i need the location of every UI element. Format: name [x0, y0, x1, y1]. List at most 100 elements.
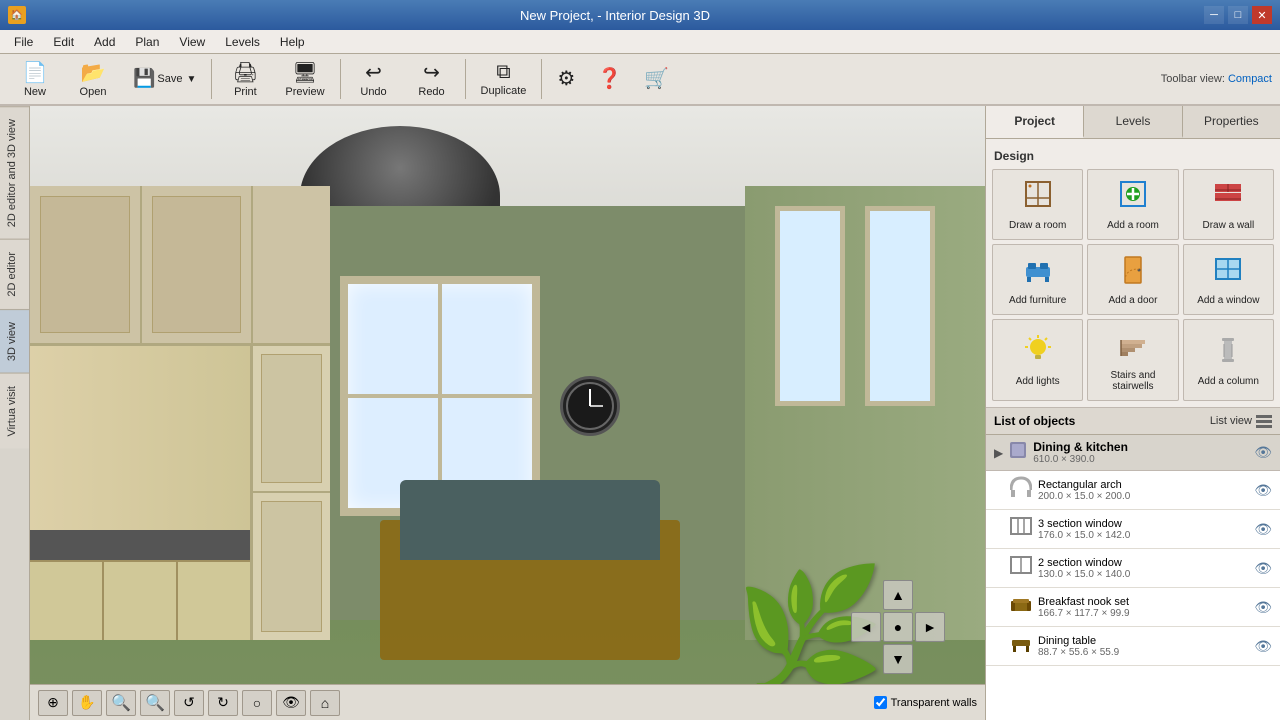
viewport: 🌿 ▲ ◄ ● ► ▼ ⊕ ✋ 🔍 🔍 ↺	[30, 106, 985, 720]
settings-icon: ⚙	[557, 66, 575, 91]
perspective-icon: 👁	[282, 694, 300, 711]
draw-room-button[interactable]: Draw a room	[992, 169, 1083, 240]
visibility-toggle-arch[interactable]: 👁	[1254, 482, 1272, 499]
cart-button[interactable]: 🛒	[635, 61, 678, 97]
menu-view[interactable]: View	[169, 33, 215, 51]
360-icon: ⊕	[47, 694, 59, 711]
tab-levels[interactable]: Levels	[1084, 106, 1182, 138]
stairs-label: Stairs and stairwells	[1092, 370, 1173, 392]
save-button[interactable]: 💾 Save ▼	[124, 63, 205, 95]
restore-button[interactable]: □	[1228, 6, 1248, 24]
object-group-dining-kitchen[interactable]: ▶ Dining & kitchen 610.0 × 390.0 👁	[986, 435, 1280, 471]
pan-button[interactable]: ✋	[72, 690, 102, 716]
redo-button[interactable]: ↪ Redo	[405, 55, 459, 103]
add-door-label: Add a door	[1109, 295, 1158, 306]
3-section-window-dims: 176.0 × 15.0 × 142.0	[1038, 530, 1248, 541]
visibility-toggle-group[interactable]: 👁	[1254, 444, 1272, 461]
duplicate-button[interactable]: ⧉ Duplicate	[472, 56, 536, 102]
draw-wall-label: Draw a wall	[1202, 220, 1254, 231]
add-lights-label: Add lights	[1016, 376, 1060, 387]
window-divider-h	[348, 394, 532, 398]
zoom-out-button[interactable]: 🔍	[106, 690, 136, 716]
visibility-toggle-table[interactable]: 👁	[1254, 638, 1272, 655]
tab-3d[interactable]: 3D view	[0, 309, 29, 373]
undo-button[interactable]: ↩ Undo	[347, 55, 401, 103]
nav-center[interactable]: ●	[883, 612, 913, 642]
nav-right-arrow[interactable]: ►	[915, 612, 945, 642]
object-item-dining-table[interactable]: Dining table 88.7 × 55.6 × 55.9 👁	[986, 627, 1280, 666]
360-view-button[interactable]: ⊕	[38, 690, 68, 716]
2-section-window-dims: 130.0 × 15.0 × 140.0	[1038, 569, 1248, 580]
preview-button[interactable]: 🖥 Preview	[276, 55, 333, 103]
save-icon: 💾	[133, 68, 155, 89]
add-room-button[interactable]: Add a room	[1087, 169, 1178, 240]
menu-levels[interactable]: Levels	[215, 33, 270, 51]
add-lights-button[interactable]: Add lights	[992, 319, 1083, 401]
toolbar: 📄 New 📂 Open 💾 Save ▼ 🖨 Print 🖥 Preview …	[0, 54, 1280, 106]
tab-properties[interactable]: Properties	[1183, 106, 1280, 138]
settings-button[interactable]: ⚙	[548, 61, 584, 97]
menu-file[interactable]: File	[4, 33, 43, 51]
new-button[interactable]: 📄 New	[8, 55, 62, 103]
visibility-toggle-nook[interactable]: 👁	[1254, 599, 1272, 616]
menu-add[interactable]: Add	[84, 33, 125, 51]
cart-icon: 🛒	[644, 66, 669, 91]
breakfast-nook-info: Breakfast nook set 166.7 × 117.7 × 99.9	[1038, 596, 1248, 619]
nav-down-arrow[interactable]: ▼	[883, 644, 913, 674]
open-button[interactable]: 📂 Open	[66, 55, 120, 103]
object-item-rectangular-arch[interactable]: Rectangular arch 200.0 × 15.0 × 200.0 👁	[986, 471, 1280, 510]
objects-list: ▶ Dining & kitchen 610.0 × 390.0 👁	[986, 435, 1280, 720]
object-item-breakfast-nook[interactable]: Breakfast nook set 166.7 × 117.7 × 99.9 …	[986, 588, 1280, 627]
zoom-out-icon: 🔍	[111, 693, 131, 713]
redo-icon: ↪	[423, 60, 440, 85]
list-view-icon	[1256, 414, 1272, 428]
3-section-window-icon	[1010, 515, 1032, 543]
add-furniture-button[interactable]: Add furniture	[992, 244, 1083, 315]
home-view-button[interactable]: ⌂	[310, 690, 340, 716]
menu-edit[interactable]: Edit	[43, 33, 84, 51]
tab-virtual-visit[interactable]: Virtua visit	[0, 373, 29, 449]
design-section: Design Draw a room	[986, 139, 1280, 408]
rectangular-arch-info: Rectangular arch 200.0 × 15.0 × 200.0	[1038, 479, 1248, 502]
kitchen-area	[30, 186, 330, 640]
save-dropdown-arrow[interactable]: ▼	[187, 74, 197, 85]
add-column-button[interactable]: Add a column	[1183, 319, 1274, 401]
perspective-button[interactable]: 👁	[276, 690, 306, 716]
zoom-in-button[interactable]: 🔍	[140, 690, 170, 716]
transparent-walls-checkbox[interactable]	[874, 696, 887, 709]
camera-button[interactable]: ○	[242, 690, 272, 716]
tab-project[interactable]: Project	[986, 106, 1084, 138]
list-view-button[interactable]: List view	[1210, 414, 1272, 428]
add-door-button[interactable]: Add a door	[1087, 244, 1178, 315]
tab-2d-3d[interactable]: 2D editor and 3D view	[0, 106, 29, 239]
minimize-button[interactable]: ─	[1204, 6, 1224, 24]
tab-2d[interactable]: 2D editor	[0, 239, 29, 309]
open-icon: 📂	[81, 60, 106, 85]
help-button[interactable]: ❓	[588, 61, 631, 97]
orbit-cw-button[interactable]: ↻	[208, 690, 238, 716]
draw-wall-button[interactable]: Draw a wall	[1183, 169, 1274, 240]
stairs-button[interactable]: Stairs and stairwells	[1087, 319, 1178, 401]
visibility-toggle-3win[interactable]: 👁	[1254, 521, 1272, 538]
new-icon: 📄	[23, 60, 48, 85]
nav-left-arrow[interactable]: ◄	[851, 612, 881, 642]
orbit-ccw-button[interactable]: ↺	[174, 690, 204, 716]
menu-help[interactable]: Help	[270, 33, 315, 51]
left-tabs: 2D editor and 3D view 2D editor 3D view …	[0, 106, 30, 720]
duplicate-icon: ⧉	[496, 61, 510, 84]
add-lights-icon	[1022, 334, 1054, 373]
object-item-2-section-window[interactable]: 2 section window 130.0 × 15.0 × 140.0 👁	[986, 549, 1280, 588]
print-button[interactable]: 🖨 Print	[218, 55, 272, 103]
menu-plan[interactable]: Plan	[125, 33, 169, 51]
visibility-toggle-2win[interactable]: 👁	[1254, 560, 1272, 577]
3-section-window-name: 3 section window	[1038, 518, 1248, 530]
window-title: New Project, - Interior Design 3D	[26, 8, 1204, 23]
close-button[interactable]: ✕	[1252, 6, 1272, 24]
2-section-window-icon	[1010, 554, 1032, 582]
viewport-controls: ⊕ ✋ 🔍 🔍 ↺ ↻ ○ 👁 ⌂	[30, 684, 985, 720]
nav-up-arrow[interactable]: ▲	[883, 580, 913, 610]
add-window-button[interactable]: Add a window	[1183, 244, 1274, 315]
object-item-3-section-window[interactable]: 3 section window 176.0 × 15.0 × 142.0 👁	[986, 510, 1280, 549]
pan-icon: ✋	[78, 694, 95, 711]
compact-link[interactable]: Compact	[1228, 73, 1272, 85]
